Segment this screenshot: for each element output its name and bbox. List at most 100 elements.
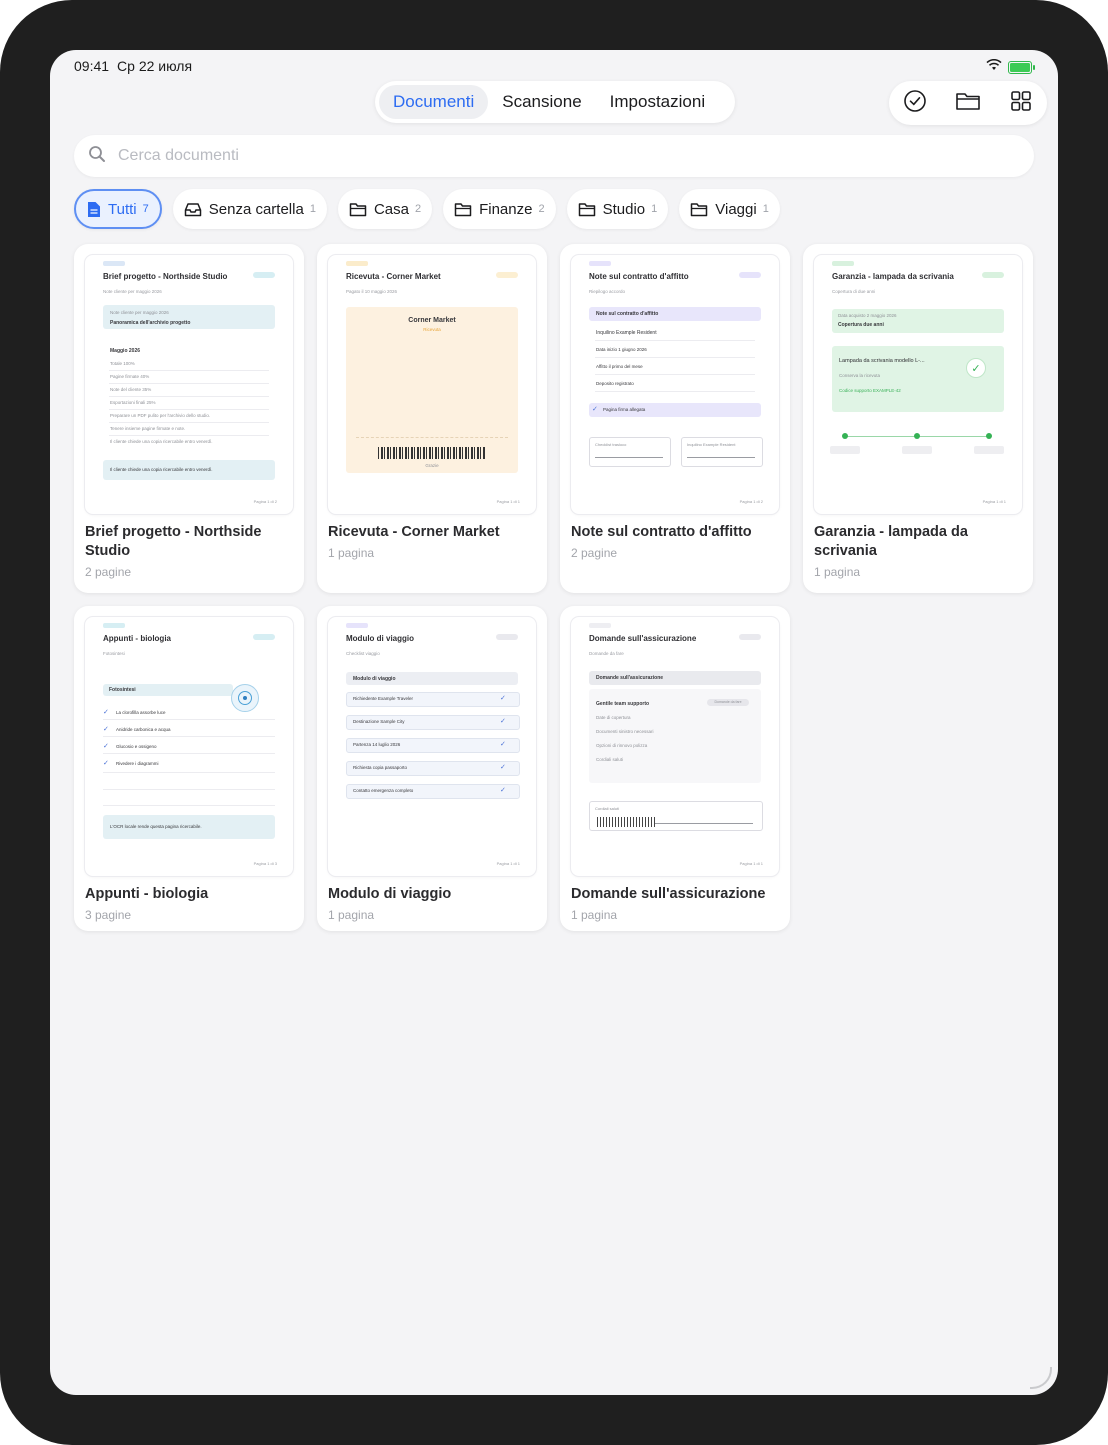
thumb-row: Anidride carbonica e acqua — [116, 727, 171, 732]
folder-icon — [955, 90, 981, 117]
status-time: 09:41 — [74, 58, 110, 74]
checkmark-icon: ✓ — [500, 695, 506, 702]
thumb-row: Opzioni di rinnovo polizza — [596, 743, 648, 748]
thumb-row: Totale 100% — [110, 361, 135, 366]
thumb-footer: Pagina 1 di 2 — [253, 499, 277, 504]
filter-chip-finanze[interactable]: Finanze 2 — [443, 189, 556, 229]
search-input[interactable] — [116, 146, 920, 166]
resize-handle[interactable] — [1030, 1367, 1052, 1389]
checkmark-icon: ✓ — [103, 709, 109, 716]
tab-impostazioni[interactable]: Impostazioni — [596, 85, 719, 119]
thumb-text: Pagina firma allegata — [603, 407, 646, 412]
tab-documenti[interactable]: Documenti — [379, 85, 489, 119]
filter-count: 1 — [309, 203, 316, 215]
document-card[interactable]: Garanzia - lampada da scrivania Copertur… — [803, 244, 1033, 593]
document-thumbnail: Garanzia - lampada da scrivania Copertur… — [814, 255, 1022, 514]
search-bar — [74, 135, 1034, 177]
document-thumbnail: Appunti - biologia Fotosintesi Fotosinte… — [85, 617, 293, 876]
document-name: Garanzia - lampada da scrivania — [814, 524, 968, 559]
filter-chip-studio[interactable]: Studio 1 — [566, 189, 669, 229]
thumb-divider — [103, 772, 275, 773]
thumb-tag — [103, 261, 125, 266]
filter-chip-viaggi[interactable]: Viaggi 1 — [679, 189, 780, 229]
document-pages: 1 pagina — [328, 546, 375, 560]
thumb-divider — [595, 340, 755, 341]
thumb-divider — [109, 396, 269, 397]
timeline-label — [902, 446, 932, 454]
thumb-text: Fotosintesi — [109, 687, 136, 693]
checkmark-icon: ✓ — [103, 743, 109, 750]
timeline-dot — [842, 433, 848, 439]
timeline-dot — [986, 433, 992, 439]
document-pages: 3 pagine — [85, 908, 132, 922]
thumb-title: Appunti - biologia — [103, 634, 171, 643]
document-card[interactable]: Brief progetto - Northside Studio Note c… — [74, 244, 304, 593]
thumb-text: Data acquisto 2 maggio 2026 — [838, 313, 897, 318]
document-pages: 2 pagine — [571, 546, 618, 560]
thumb-section: Maggio 2026 — [110, 348, 141, 354]
document-card[interactable]: Note sul contratto d'affitto Riepilogo a… — [560, 244, 790, 593]
folders-button[interactable] — [954, 89, 982, 117]
thumb-text: Cordiali saluti — [595, 806, 620, 811]
document-card[interactable]: Ricevuta - Corner Market Pagato il 10 ma… — [317, 244, 547, 593]
filter-chip-senza-cartella[interactable]: Senza cartella 1 — [172, 189, 327, 229]
filter-label: Senza cartella — [208, 200, 304, 218]
thumb-row: Documenti sinistro necessari — [596, 729, 654, 734]
signature-line — [595, 457, 663, 458]
thumb-subtitle: Note cliente per maggio 2026 — [103, 289, 162, 294]
document-pages: 1 pagina — [328, 908, 375, 922]
thumb-divider — [109, 383, 269, 384]
thumb-divider — [103, 736, 275, 737]
document-thumbnail: Domande sull'assicurazione Domande da fa… — [571, 617, 779, 876]
document-card[interactable]: Modulo di viaggio Checklist viaggio Modu… — [317, 606, 547, 931]
document-card[interactable]: Domande sull'assicurazione Domande da fa… — [560, 606, 790, 931]
inbox-icon — [184, 202, 202, 217]
document-name: Brief progetto - Northside Studio — [85, 524, 262, 559]
grid-view-button[interactable] — [1007, 89, 1035, 117]
tab-scansione[interactable]: Scansione — [488, 85, 595, 119]
thumb-pill — [253, 272, 275, 278]
thumb-divider — [109, 435, 269, 436]
thumb-divider — [103, 805, 275, 806]
checkmark-icon: ✓ — [500, 787, 506, 794]
thumb-row: Date di copertura — [596, 715, 631, 720]
thumb-text: Note sul contratto d'affitto — [596, 311, 659, 317]
document-card[interactable]: Appunti - biologia Fotosintesi Fotosinte… — [74, 606, 304, 931]
signature-line — [687, 457, 755, 458]
thumb-tag — [832, 261, 854, 266]
document-name: Modulo di viaggio — [328, 886, 452, 902]
thumb-subtitle: Checklist viaggio — [346, 651, 380, 656]
thumb-tag — [346, 623, 368, 628]
thumb-title: Brief progetto - Northside Studio — [103, 272, 228, 281]
timeline-label — [830, 446, 860, 454]
thumb-row: Il cliente chiede una copia ricercabile … — [110, 439, 213, 444]
thumb-row: Cordiali saluti — [596, 757, 624, 762]
thumb-pill — [739, 634, 761, 640]
document-pages: 1 pagina — [571, 908, 618, 922]
folder-icon — [454, 202, 472, 217]
folder-icon — [690, 202, 708, 217]
thumb-tag — [589, 261, 611, 266]
thumb-text: Modulo di viaggio — [353, 676, 396, 682]
main-tabs: Documenti Scansione Impostazioni — [375, 81, 735, 123]
thumb-text: Codice supporto EXAMPLE-42 — [839, 388, 901, 393]
filter-label: Casa — [373, 200, 409, 218]
filter-chip-tutti[interactable]: Tutti 7 — [74, 189, 162, 229]
document-thumbnail: Ricevuta - Corner Market Pagato il 10 ma… — [328, 255, 536, 514]
select-button[interactable] — [901, 89, 929, 117]
receipt-footer: Grazie — [425, 463, 439, 468]
thumb-footer: Pagina 1 di 2 — [739, 499, 763, 504]
thumb-row: Pagine firmate 40% — [110, 374, 150, 379]
document-name: Appunti - biologia — [85, 886, 209, 902]
thumb-divider — [103, 789, 275, 790]
document-name: Ricevuta - Corner Market — [328, 524, 500, 540]
thumb-footer: Pagina 1 di 3 — [253, 861, 277, 866]
thumb-row: Rivedere i diagrammi — [116, 761, 159, 766]
thumb-title: Garanzia - lampada da scrivania — [832, 272, 954, 281]
filter-chip-casa[interactable]: Casa 2 — [337, 189, 433, 229]
thumb-text: Inquilino Example Resident — [687, 442, 736, 447]
battery-icon — [1008, 60, 1035, 74]
filter-label: Studio — [602, 200, 646, 218]
thumb-title: Modulo di viaggio — [346, 634, 414, 643]
thumb-footer: Pagina 1 di 1 — [982, 499, 1006, 504]
